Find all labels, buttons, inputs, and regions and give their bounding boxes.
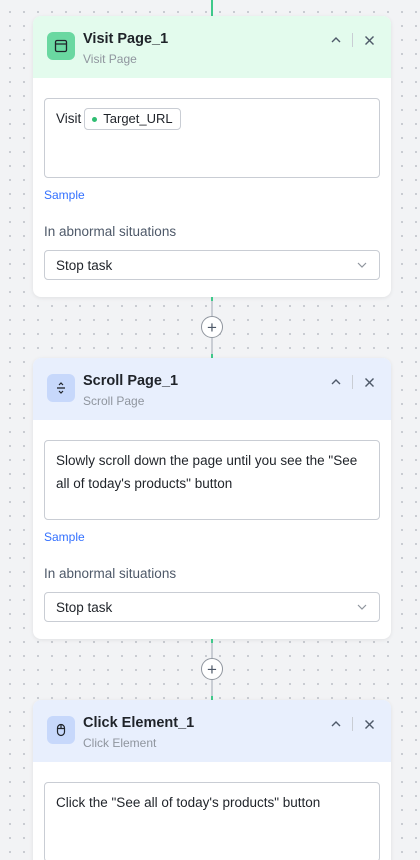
collapse-button[interactable] xyxy=(328,716,344,732)
click-element-node[interactable]: Click Element_1 Click Element Click the … xyxy=(33,700,391,860)
chevron-up-icon xyxy=(331,379,341,385)
connector-line xyxy=(211,643,213,658)
chevron-down-icon xyxy=(357,262,367,268)
node-subtitle: Click Element xyxy=(83,736,157,750)
instruction-input[interactable]: Slowly scroll down the page until you se… xyxy=(44,440,380,520)
node-header: Visit Page_1 Visit Page xyxy=(33,16,391,78)
sample-link[interactable]: Sample xyxy=(44,188,85,202)
close-icon xyxy=(364,719,374,729)
divider xyxy=(352,33,353,47)
connector-line xyxy=(211,680,213,696)
abnormal-select[interactable]: Stop task xyxy=(44,592,380,622)
sample-link[interactable]: Sample xyxy=(44,530,85,544)
abnormal-label: In abnormal situations xyxy=(44,224,177,239)
collapse-button[interactable] xyxy=(328,32,344,48)
connector-line xyxy=(211,338,213,354)
visit-page-node[interactable]: Visit Page_1 Visit Page Visit Target_URL … xyxy=(33,16,391,297)
url-input[interactable]: Visit Target_URL xyxy=(44,98,380,178)
node-title: Scroll Page_1 xyxy=(83,373,179,389)
variable-chip[interactable]: Target_URL xyxy=(84,108,181,131)
divider xyxy=(352,375,353,389)
abnormal-select-value: Stop task xyxy=(56,599,113,615)
connector-line xyxy=(211,0,213,16)
close-button[interactable] xyxy=(361,374,377,390)
divider xyxy=(352,717,353,731)
chevron-up-icon xyxy=(331,37,341,43)
instruction-input[interactable]: Click the "See all of today's products" … xyxy=(44,782,380,860)
scroll-page-node[interactable]: Scroll Page_1 Scroll Page Slowly scroll … xyxy=(33,358,391,639)
node-title: Click Element_1 xyxy=(83,715,195,731)
node-subtitle: Visit Page xyxy=(83,52,137,66)
variable-dot xyxy=(92,116,98,122)
visit-prefix: Visit xyxy=(56,111,82,126)
node-header: Scroll Page_1 Scroll Page xyxy=(33,358,391,420)
collapse-button[interactable] xyxy=(328,374,344,390)
plus-icon: + xyxy=(207,659,217,679)
chevron-up-icon xyxy=(331,721,341,727)
chevron-down-icon xyxy=(357,604,367,610)
close-icon xyxy=(364,377,374,387)
close-button[interactable] xyxy=(361,32,377,48)
node-header: Click Element_1 Click Element xyxy=(33,700,391,762)
plus-icon: + xyxy=(207,317,217,337)
node-subtitle: Scroll Page xyxy=(83,394,145,408)
add-node-button[interactable]: + xyxy=(201,316,223,338)
scroll-icon xyxy=(47,374,75,402)
browser-window-icon xyxy=(47,32,75,60)
connector-line xyxy=(211,301,213,316)
abnormal-select-value: Stop task xyxy=(56,257,113,273)
close-button[interactable] xyxy=(361,716,377,732)
abnormal-select[interactable]: Stop task xyxy=(44,250,380,280)
node-title: Visit Page_1 xyxy=(83,31,169,47)
mouse-icon xyxy=(47,716,75,744)
close-icon xyxy=(364,35,374,45)
variable-chip-label: Target_URL xyxy=(103,111,173,127)
abnormal-label: In abnormal situations xyxy=(44,566,177,581)
add-node-button[interactable]: + xyxy=(201,658,223,680)
